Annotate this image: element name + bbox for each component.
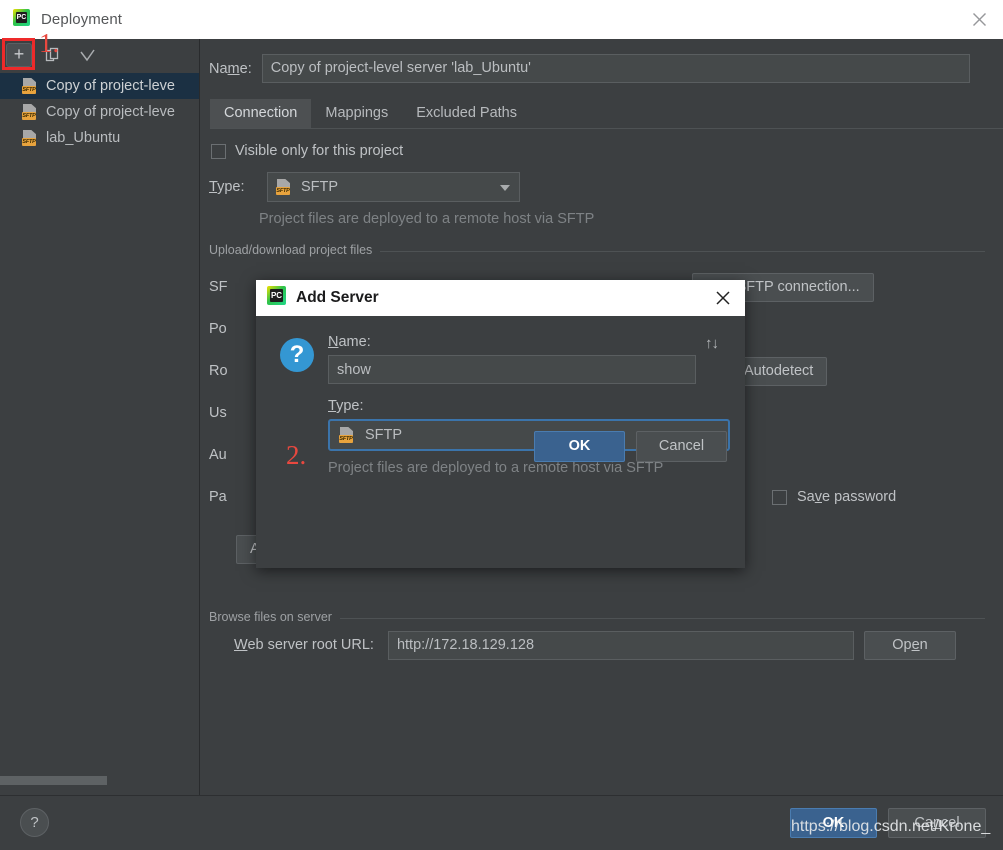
browse-group-header: Browse files on server bbox=[201, 564, 1003, 624]
list-item[interactable]: SFTP lab_Ubuntu bbox=[0, 125, 199, 151]
help-button[interactable]: ? bbox=[20, 808, 49, 837]
sftp-icon: SFTP bbox=[22, 130, 39, 146]
modal-body: ? Name: show ↑↓ Type: SFTP SFTP Project … bbox=[256, 316, 745, 476]
visible-only-checkbox[interactable] bbox=[211, 143, 226, 159]
type-label: Type: bbox=[209, 179, 245, 195]
web-url-row: Web server root URL: http://172.18.129.1… bbox=[201, 624, 1003, 666]
modal-ok-button[interactable]: OK bbox=[534, 431, 625, 462]
web-url-input[interactable]: http://172.18.129.128 bbox=[387, 630, 854, 660]
close-icon bbox=[716, 291, 730, 305]
modal-name-field: Name: show ↑↓ bbox=[328, 334, 745, 384]
modal-actions: OK Cancel bbox=[534, 431, 727, 462]
list-item-label: lab_Ubuntu bbox=[46, 130, 121, 146]
cancel-button[interactable]: Cancel bbox=[888, 808, 986, 838]
add-server-button[interactable]: + bbox=[6, 43, 32, 67]
name-row: Name: Copy of project-level server 'lab_… bbox=[201, 39, 1003, 83]
check-icon bbox=[79, 49, 95, 61]
sftp-icon: SFTP bbox=[22, 104, 39, 120]
modal-title-text: Add Server bbox=[296, 289, 379, 306]
name-label: Name: bbox=[209, 60, 252, 77]
modal-name-label: Name: bbox=[328, 334, 371, 350]
pycharm-icon: PC bbox=[267, 286, 286, 310]
sftp-icon: SFTP bbox=[276, 179, 293, 195]
plus-icon: + bbox=[13, 44, 25, 64]
tab-excluded-paths[interactable]: Excluded Paths bbox=[402, 99, 531, 128]
question-icon: ? bbox=[280, 338, 314, 372]
modal-titlebar: PC Add Server bbox=[256, 280, 745, 316]
save-password-checkbox[interactable] bbox=[772, 489, 787, 505]
visible-only-row: Visible only for this project bbox=[201, 129, 1003, 159]
pycharm-icon: PC bbox=[13, 8, 30, 31]
upload-group-header: Upload/download project files bbox=[201, 227, 1003, 257]
window-title: Deployment bbox=[41, 11, 123, 28]
sftp-icon: SFTP bbox=[339, 427, 356, 443]
close-icon bbox=[973, 13, 986, 26]
browse-group-label: Browse files on server bbox=[209, 610, 332, 624]
window-titlebar: PC Deployment bbox=[0, 0, 1003, 39]
list-item[interactable]: SFTP Copy of project-leve bbox=[0, 73, 199, 99]
list-item[interactable]: SFTP Copy of project-leve bbox=[0, 99, 199, 125]
sftp-icon: SFTP bbox=[22, 78, 39, 94]
sidebar-toolbar: + bbox=[0, 39, 199, 71]
server-list: SFTP Copy of project-leve SFTP Copy of p… bbox=[0, 71, 199, 151]
type-hint: Project files are deployed to a remote h… bbox=[259, 211, 595, 227]
group-divider bbox=[380, 250, 985, 252]
swap-arrows-icon[interactable]: ↑↓ bbox=[705, 335, 719, 352]
save-password-label: Save password bbox=[797, 489, 897, 505]
deployment-window: PC Deployment + SFTP Copy of project-lev… bbox=[0, 0, 1003, 850]
server-list-sidebar: + SFTP Copy of project-leve SFTP Copy of… bbox=[0, 39, 200, 795]
modal-close-button[interactable] bbox=[701, 280, 745, 316]
open-button[interactable]: Open bbox=[863, 630, 956, 660]
copy-server-button[interactable] bbox=[40, 43, 66, 67]
upload-group-label: Upload/download project files bbox=[209, 243, 373, 257]
type-row: Type: SFTP SFTP bbox=[201, 159, 1003, 202]
modal-cancel-button[interactable]: Cancel bbox=[636, 431, 727, 462]
name-input[interactable]: Copy of project-level server 'lab_Ubuntu… bbox=[261, 54, 970, 83]
type-select-value: SFTP bbox=[301, 179, 339, 195]
set-default-button[interactable] bbox=[74, 43, 100, 67]
tab-mappings[interactable]: Mappings bbox=[311, 99, 402, 128]
modal-type-hint: Project files are deployed to a remote h… bbox=[328, 460, 664, 476]
chevron-down-icon bbox=[500, 185, 510, 191]
web-url-label: Web server root URL: bbox=[234, 637, 374, 653]
settings-tabs: Connection Mappings Excluded Paths bbox=[210, 99, 1003, 129]
visible-only-label: Visible only for this project bbox=[235, 143, 404, 159]
tab-connection[interactable]: Connection bbox=[210, 99, 312, 128]
list-item-label: Copy of project-leve bbox=[46, 78, 175, 94]
ok-button[interactable]: OK bbox=[790, 808, 877, 838]
window-close-button[interactable] bbox=[956, 0, 1003, 39]
sidebar-horizontal-scrollbar[interactable] bbox=[0, 776, 107, 785]
list-item-label: Copy of project-leve bbox=[46, 104, 175, 120]
type-select[interactable]: SFTP SFTP bbox=[267, 172, 520, 202]
add-server-dialog: PC Add Server ? Name: show ↑↓ Type: SFTP bbox=[256, 280, 745, 568]
group-divider bbox=[339, 617, 985, 619]
modal-type-label: Type: bbox=[328, 398, 364, 414]
modal-type-value: SFTP bbox=[365, 427, 403, 443]
modal-name-input[interactable]: show bbox=[328, 355, 696, 384]
copy-icon bbox=[45, 47, 59, 62]
